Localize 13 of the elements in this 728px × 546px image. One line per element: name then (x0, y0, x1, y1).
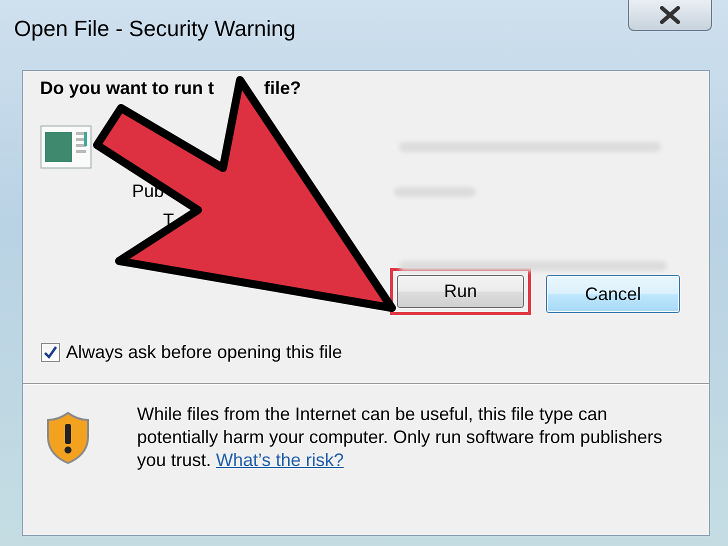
checkbox-label: Always ask before opening this file (66, 342, 342, 363)
window-title: Open File - Security Warning (14, 16, 296, 42)
heading-text: Do you want to run t (40, 78, 214, 99)
cancel-button[interactable]: Cancel (546, 275, 680, 313)
run-button[interactable]: Run (397, 275, 524, 308)
program-icon (40, 125, 92, 169)
warning-text: While files from the Internet can be useful, this file type can potentially harm your computer. Only run software from publishers you trust. What’s the risk? (137, 403, 664, 472)
shield-warning-icon (45, 410, 91, 464)
close-icon (659, 6, 681, 24)
close-button[interactable] (628, 0, 712, 31)
risk-link[interactable]: What’s the risk? (216, 450, 344, 470)
heading-text: file? (264, 78, 301, 99)
checkbox[interactable] (41, 343, 60, 362)
